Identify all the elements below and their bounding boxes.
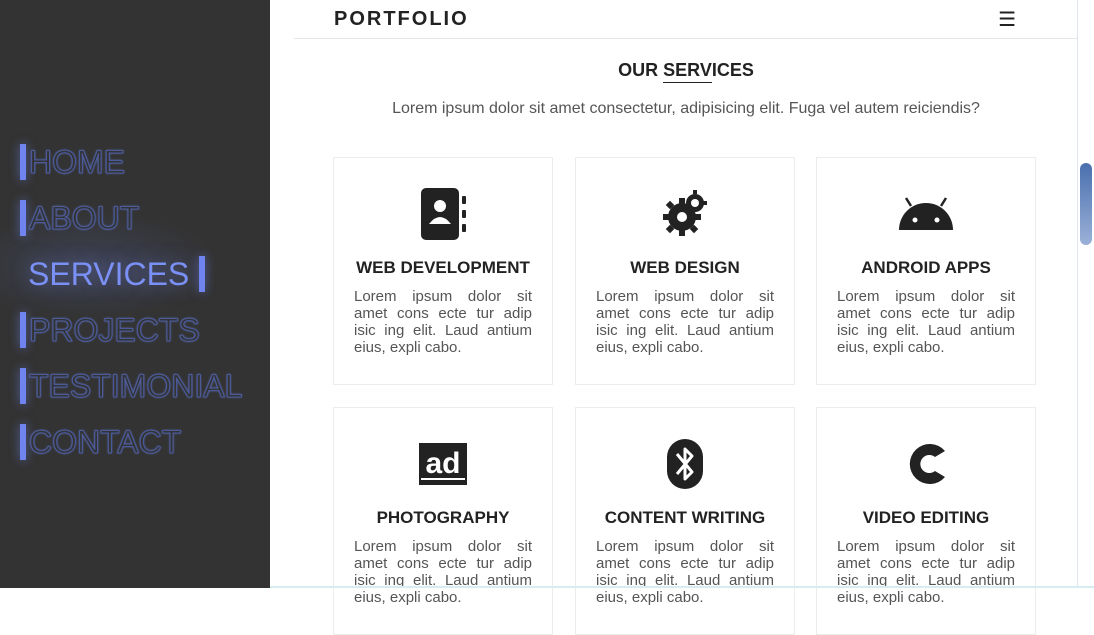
service-card-web-development[interactable]: WEB DEVELOPMENT Lorem ipsum dolor sit am… [333,157,553,385]
scrollbar-thumb[interactable] [1080,163,1092,245]
sidebar-item-projects[interactable]: PROJECTS [20,302,242,358]
nav-marker [20,312,26,348]
service-card-web-design[interactable]: WEB DESIGN Lorem ipsum dolor sit amet co… [575,157,795,385]
nav-marker [20,144,26,180]
address-book-icon [334,186,552,242]
sidebar-item-contact[interactable]: CONTACT [20,414,242,470]
service-card-title: WEB DESIGN [630,258,740,277]
service-card-photography[interactable]: ad PHOTOGRAPHY Lorem ipsum dolor sit ame… [333,407,553,635]
service-card-description: Lorem ipsum dolor sit amet cons ecte tur… [596,288,774,356]
brand-logo[interactable]: PORTFOLIO [334,8,469,31]
gears-icon [576,186,794,242]
sidebar-item-label: ABOUT [28,199,140,236]
sidebar-item-label: CONTACT [28,423,182,460]
nav-marker [20,368,26,404]
sidebar-item-label: PROJECTS [29,311,201,348]
service-card-title: VIDEO EDITING [862,508,990,527]
sidebar-item-label: HOME [29,143,126,180]
service-card-title: ANDROID APPS [861,258,991,277]
top-header: PORTFOLIO ☰ [294,0,1078,39]
service-card-description: Lorem ipsum dolor sit amet cons ecte tur… [837,288,1015,356]
section-title-part: ICES [711,60,754,80]
service-card-video-editing[interactable]: VIDEO EDITING Lorem ipsum dolor sit amet… [816,407,1036,635]
bluetooth-icon [576,436,794,492]
sidebar-item-services[interactable]: SERVICES [20,246,242,302]
hamburger-menu-icon[interactable]: ☰ [998,7,1016,32]
sidebar: HOME ABOUT SERVICES PROJECTS TESTIMONIAL… [0,0,270,588]
service-card-title: PHOTOGRAPHY [376,508,510,527]
section-subtitle: Lorem ipsum dolor sit amet consectetur, … [392,100,980,117]
nav-marker [20,200,26,236]
service-card-description: Lorem ipsum dolor sit amet cons ecte tur… [354,288,532,356]
service-card-title: CONTENT WRITING [604,508,766,527]
nav-marker [199,256,206,292]
service-card-description: Lorem ipsum dolor sit amet cons ecte tur… [596,538,774,606]
section-title-underlined: SERV [663,60,712,80]
sidebar-item-testimonial[interactable]: TESTIMONIAL [20,358,243,414]
nav-marker [20,424,26,460]
sidebar-item-label: TESTIMONIAL [28,367,243,404]
scrollbar-track[interactable] [1077,0,1094,588]
sidebar-nav: HOME ABOUT SERVICES PROJECTS TESTIMONIAL… [20,134,243,470]
service-card-description: Lorem ipsum dolor sit amet cons ecte tur… [354,538,532,606]
service-card-title: WEB DEVELOPMENT [356,258,530,277]
service-card-android-apps[interactable]: ANDROID APPS Lorem ipsum dolor sit amet … [816,157,1036,385]
section-title-part: OUR [618,60,664,80]
sidebar-item-label: SERVICES [28,255,190,292]
sidebar-item-home[interactable]: HOME [20,134,242,190]
c-logo-icon [817,436,1035,492]
android-icon [817,186,1035,242]
section-title: OUR SERVICES [270,60,1094,81]
sidebar-item-about[interactable]: ABOUT [20,190,242,246]
service-card-content-writing[interactable]: CONTENT WRITING Lorem ipsum dolor sit am… [575,407,795,635]
service-card-description: Lorem ipsum dolor sit amet cons ecte tur… [837,538,1015,606]
ad-icon: ad [334,436,552,492]
svg-text:ad: ad [425,447,460,480]
